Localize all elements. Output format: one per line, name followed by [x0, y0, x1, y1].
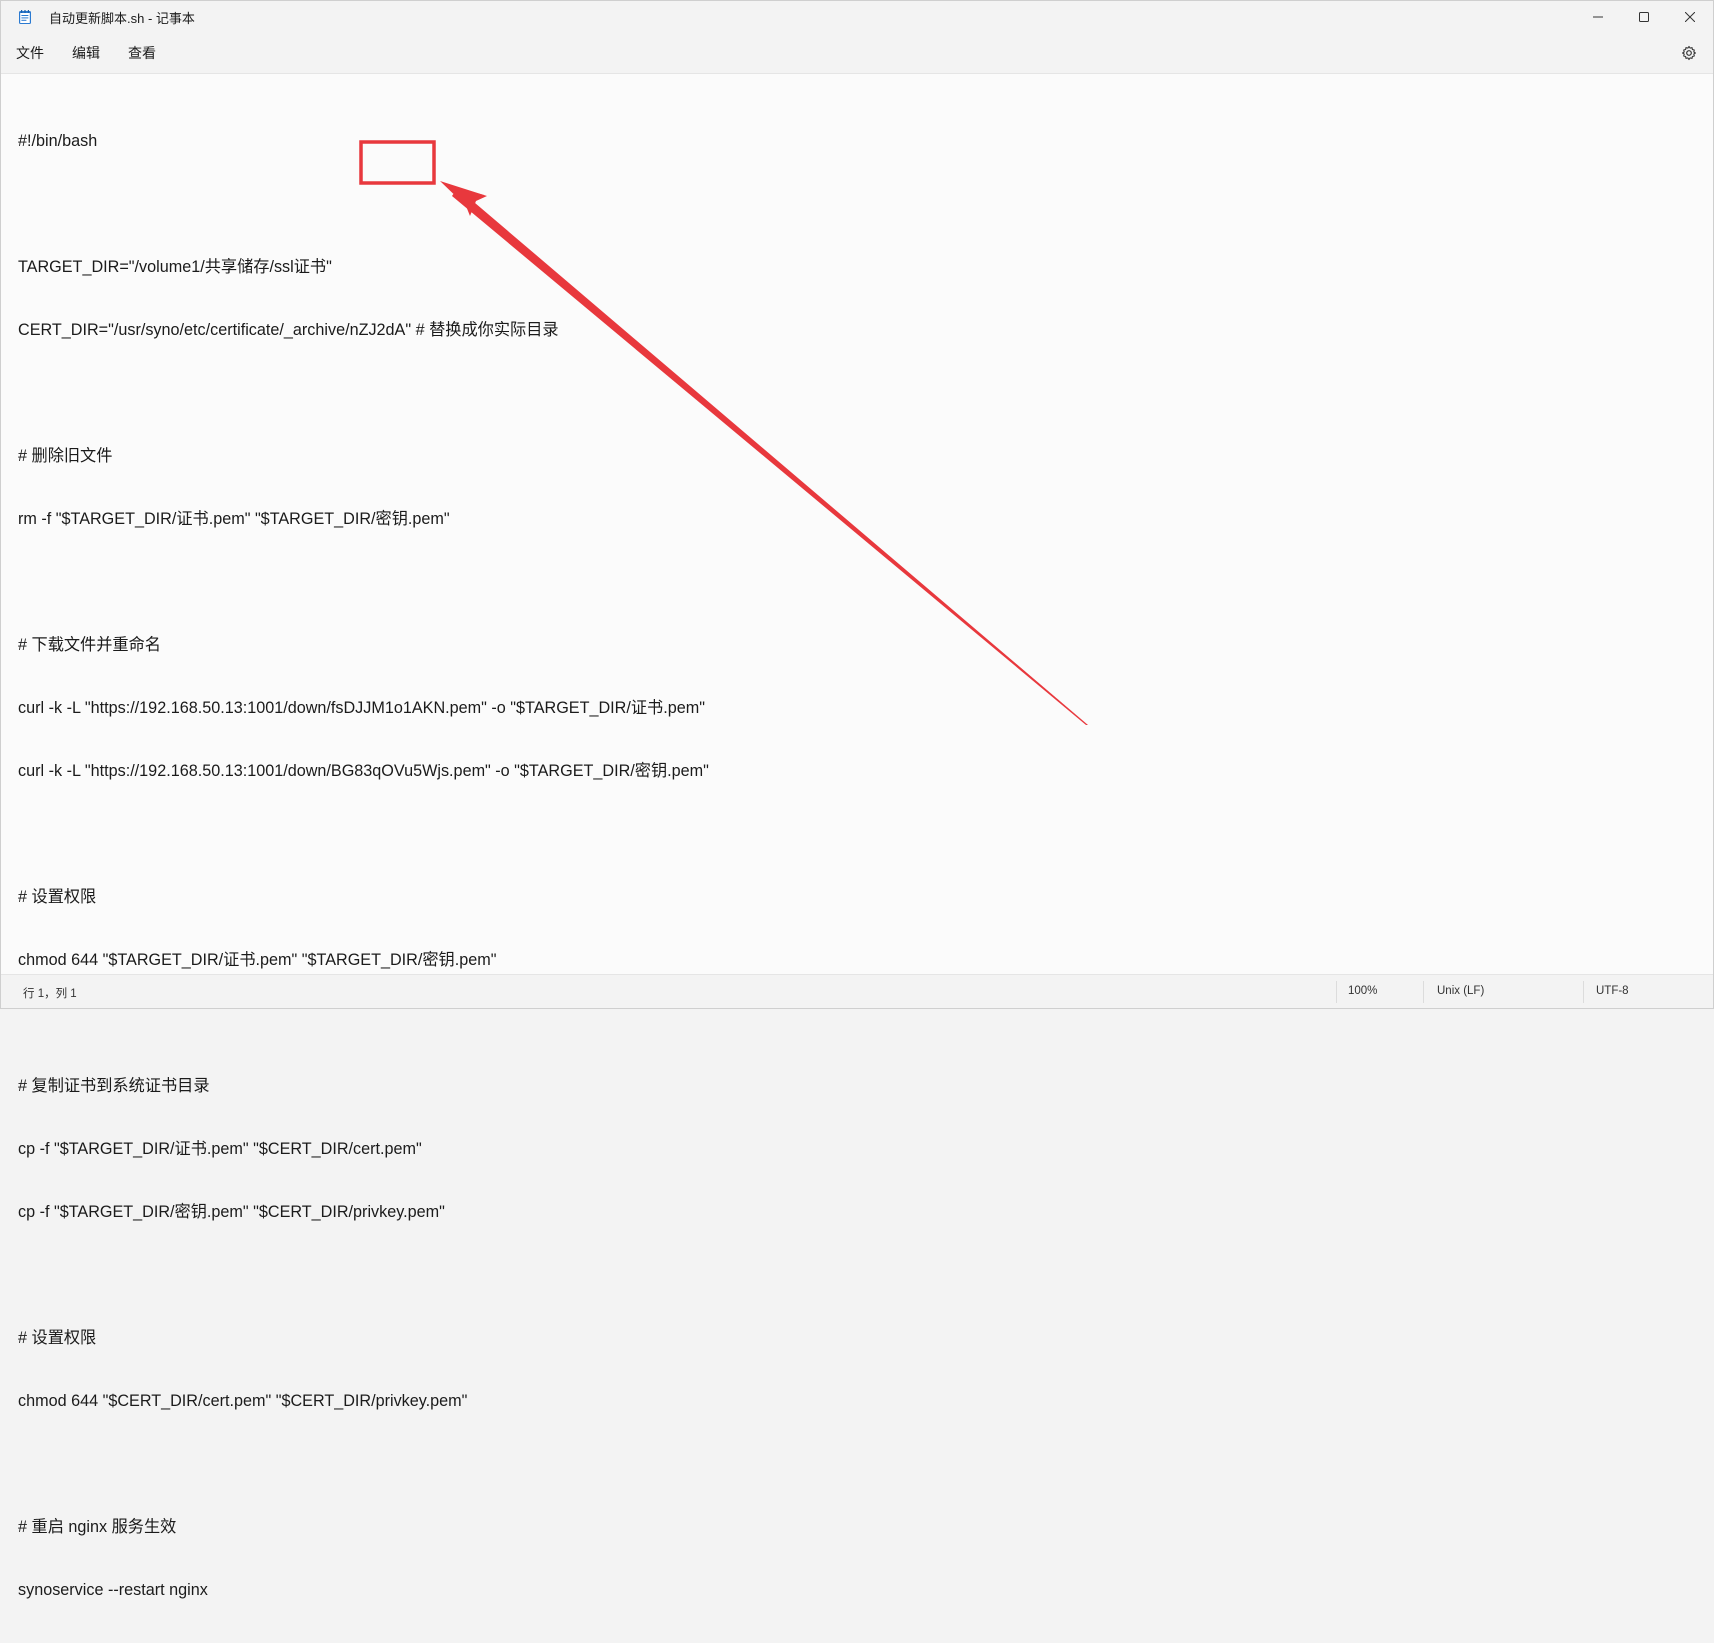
close-button[interactable] — [1667, 1, 1713, 33]
editor-line: # 设置权限 — [18, 1329, 97, 1347]
editor-line: # 设置权限 — [18, 888, 97, 906]
status-divider — [1336, 981, 1337, 1003]
editor-line: TARGET_DIR="/volume1/共享储存/ssl证书" — [18, 258, 332, 276]
menu-bar: 文件 编辑 查看 — [1, 33, 1713, 74]
editor-content[interactable]: #!/bin/bash TARGET_DIR="/volume1/共享储存/ss… — [18, 89, 709, 1643]
close-icon — [1685, 12, 1695, 22]
maximize-icon — [1639, 12, 1649, 22]
settings-button[interactable] — [1675, 39, 1703, 67]
editor-line: cp -f "$TARGET_DIR/密钥.pem" "$CERT_DIR/pr… — [18, 1203, 445, 1221]
zoom-level[interactable]: 100% — [1348, 985, 1377, 997]
vertical-scrollbar[interactable] — [1708, 76, 1711, 974]
menu-edit[interactable]: 编辑 — [60, 37, 112, 69]
encoding[interactable]: UTF-8 — [1596, 985, 1629, 997]
menu-view[interactable]: 查看 — [116, 37, 168, 69]
minimize-icon — [1593, 16, 1603, 18]
cursor-position: 行 1，列 1 — [23, 988, 77, 1000]
editor-line: cp -f "$TARGET_DIR/证书.pem" "$CERT_DIR/ce… — [18, 1140, 422, 1158]
editor-line: #!/bin/bash — [18, 132, 98, 150]
editor-line: synoservice --restart nginx — [18, 1581, 208, 1599]
editor-line: # 重启 nginx 服务生效 — [18, 1518, 177, 1536]
menu-file[interactable]: 文件 — [4, 37, 56, 69]
status-divider — [1423, 981, 1424, 1003]
text-editor[interactable]: #!/bin/bash TARGET_DIR="/volume1/共享储存/ss… — [1, 74, 1713, 1599]
line-ending[interactable]: Unix (LF) — [1437, 985, 1484, 997]
notepad-icon — [17, 9, 33, 25]
window-title: 自动更新脚本.sh - 记事本 — [49, 10, 195, 26]
title-bar[interactable]: 自动更新脚本.sh - 记事本 — [1, 1, 1713, 33]
editor-line: CERT_DIR="/usr/syno/etc/certificate/_arc… — [18, 321, 559, 339]
editor-line: curl -k -L "https://192.168.50.13:1001/d… — [18, 762, 709, 780]
maximize-button[interactable] — [1621, 1, 1667, 33]
editor-line: rm -f "$TARGET_DIR/证书.pem" "$TARGET_DIR/… — [18, 510, 450, 528]
status-divider — [1583, 981, 1584, 1003]
editor-line: chmod 644 "$CERT_DIR/cert.pem" "$CERT_DI… — [18, 1392, 468, 1410]
window-controls — [1575, 1, 1713, 33]
status-bar: 行 1，列 1 100% Unix (LF) UTF-8 — [1, 974, 1713, 1008]
editor-line: curl -k -L "https://192.168.50.13:1001/d… — [18, 699, 705, 717]
editor-line: # 删除旧文件 — [18, 447, 113, 465]
notepad-window: 自动更新脚本.sh - 记事本 文件 编辑 查看 #!/bin/bash TAR… — [0, 0, 1714, 1599]
gear-icon — [1682, 45, 1696, 61]
editor-line: # 下载文件并重命名 — [18, 636, 161, 654]
minimize-button[interactable] — [1575, 1, 1621, 33]
editor-line: chmod 644 "$TARGET_DIR/证书.pem" "$TARGET_… — [18, 951, 497, 969]
editor-line: # 复制证书到系统证书目录 — [18, 1077, 210, 1095]
